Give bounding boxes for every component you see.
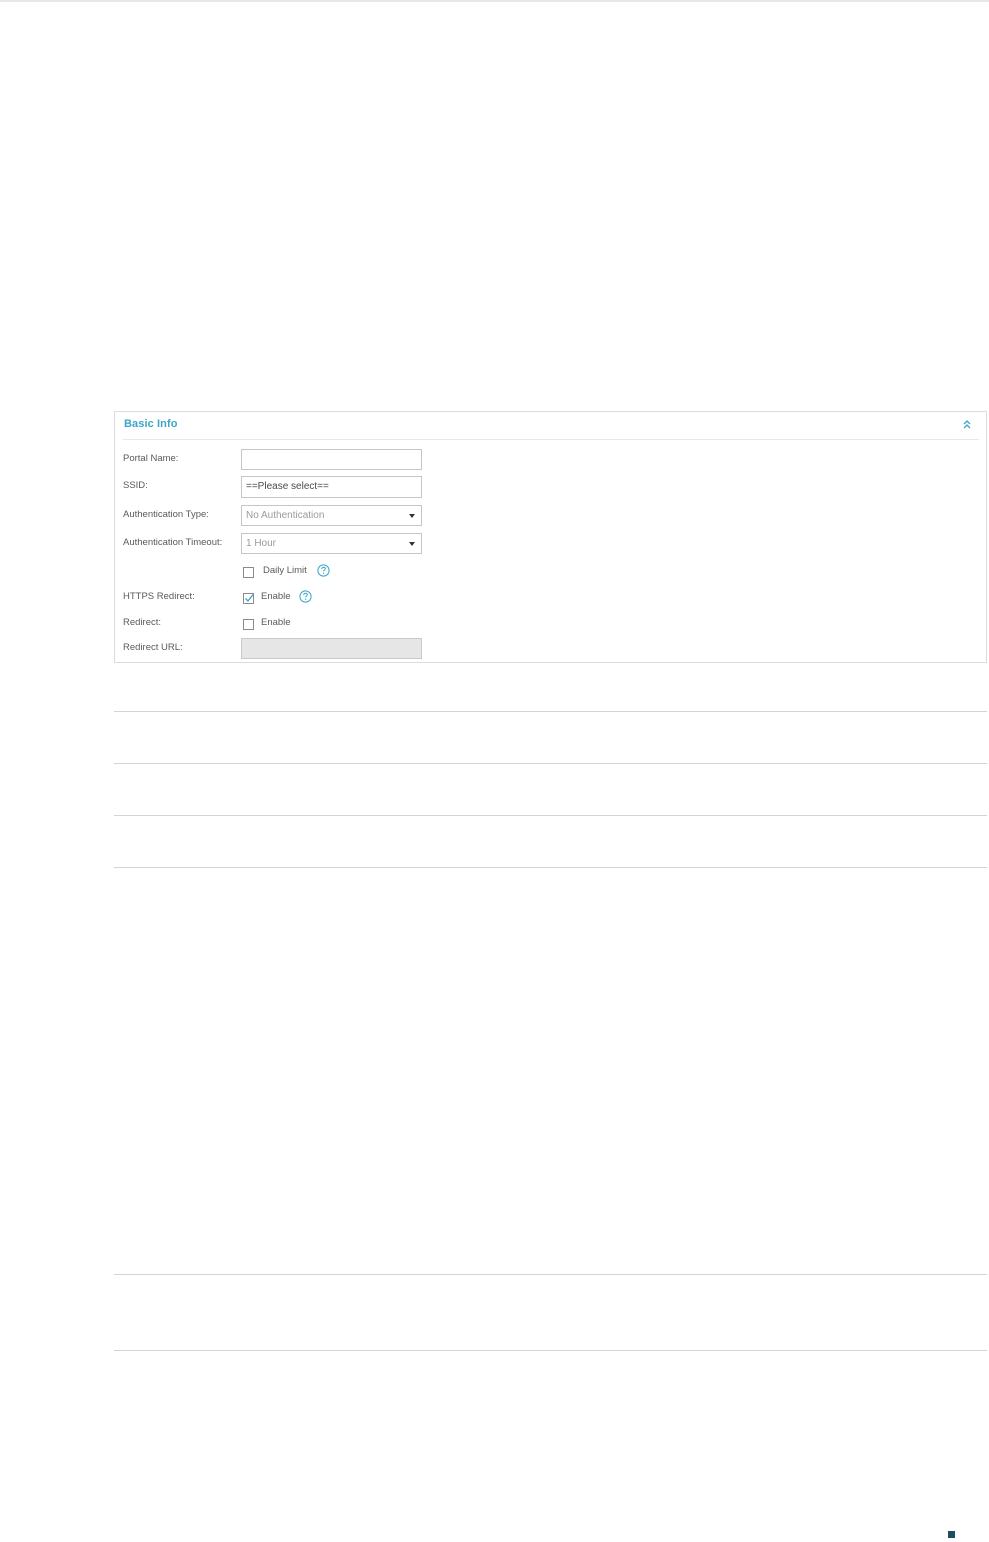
divider xyxy=(114,711,987,712)
ssid-row: SSID: ==Please select== xyxy=(115,476,986,498)
portal-name-row: Portal Name: xyxy=(115,449,986,471)
https-redirect-checkbox[interactable] xyxy=(243,593,254,604)
authentication-timeout-select[interactable]: 1 Hour xyxy=(241,533,422,554)
checkmark-icon xyxy=(245,594,254,602)
panel-title: Basic Info xyxy=(124,418,178,430)
daily-limit-label: Daily Limit xyxy=(263,565,307,576)
authentication-type-row: Authentication Type: No Authentication xyxy=(115,505,986,527)
authentication-type-value: No Authentication xyxy=(246,510,325,521)
redirect-row: Redirect: Enable xyxy=(115,615,986,637)
https-redirect-label: HTTPS Redirect: xyxy=(123,591,195,602)
divider xyxy=(114,815,987,816)
authentication-timeout-label: Authentication Timeout: xyxy=(123,537,223,548)
ssid-label: SSID: xyxy=(123,480,148,491)
basic-info-panel: Basic Info Portal Name: SSID: ==Please s… xyxy=(114,411,987,663)
double-chevron-up-icon[interactable] xyxy=(961,418,973,432)
question-circle-icon[interactable] xyxy=(299,590,312,603)
authentication-timeout-value: 1 Hour xyxy=(246,538,277,549)
https-redirect-row: HTTPS Redirect: Enable xyxy=(115,589,986,611)
divider xyxy=(114,867,987,868)
daily-limit-row: Daily Limit xyxy=(115,563,986,585)
redirect-url-label: Redirect URL: xyxy=(123,642,183,653)
redirect-enable-label: Enable xyxy=(261,617,291,628)
portal-name-input[interactable] xyxy=(241,449,422,470)
daily-limit-checkbox[interactable] xyxy=(243,567,254,578)
page-corner-mark xyxy=(948,1531,955,1538)
authentication-timeout-row: Authentication Timeout: 1 Hour xyxy=(115,533,986,555)
dropdown-caret-icon xyxy=(409,542,415,546)
redirect-url-row: Redirect URL: xyxy=(115,638,986,660)
authentication-type-label: Authentication Type: xyxy=(123,509,209,520)
https-redirect-enable-label: Enable xyxy=(261,591,291,602)
question-circle-icon[interactable] xyxy=(317,564,330,577)
redirect-checkbox[interactable] xyxy=(243,619,254,630)
redirect-url-input[interactable] xyxy=(241,638,422,659)
divider xyxy=(114,1274,987,1275)
redirect-label: Redirect: xyxy=(123,617,162,628)
authentication-type-select[interactable]: No Authentication xyxy=(241,505,422,526)
portal-name-label: Portal Name: xyxy=(123,453,179,464)
top-rule xyxy=(0,0,989,2)
ssid-input[interactable]: ==Please select== xyxy=(241,476,422,498)
divider xyxy=(114,763,987,764)
dropdown-caret-icon xyxy=(409,514,415,518)
panel-header[interactable]: Basic Info xyxy=(123,412,979,440)
divider xyxy=(114,1350,987,1351)
